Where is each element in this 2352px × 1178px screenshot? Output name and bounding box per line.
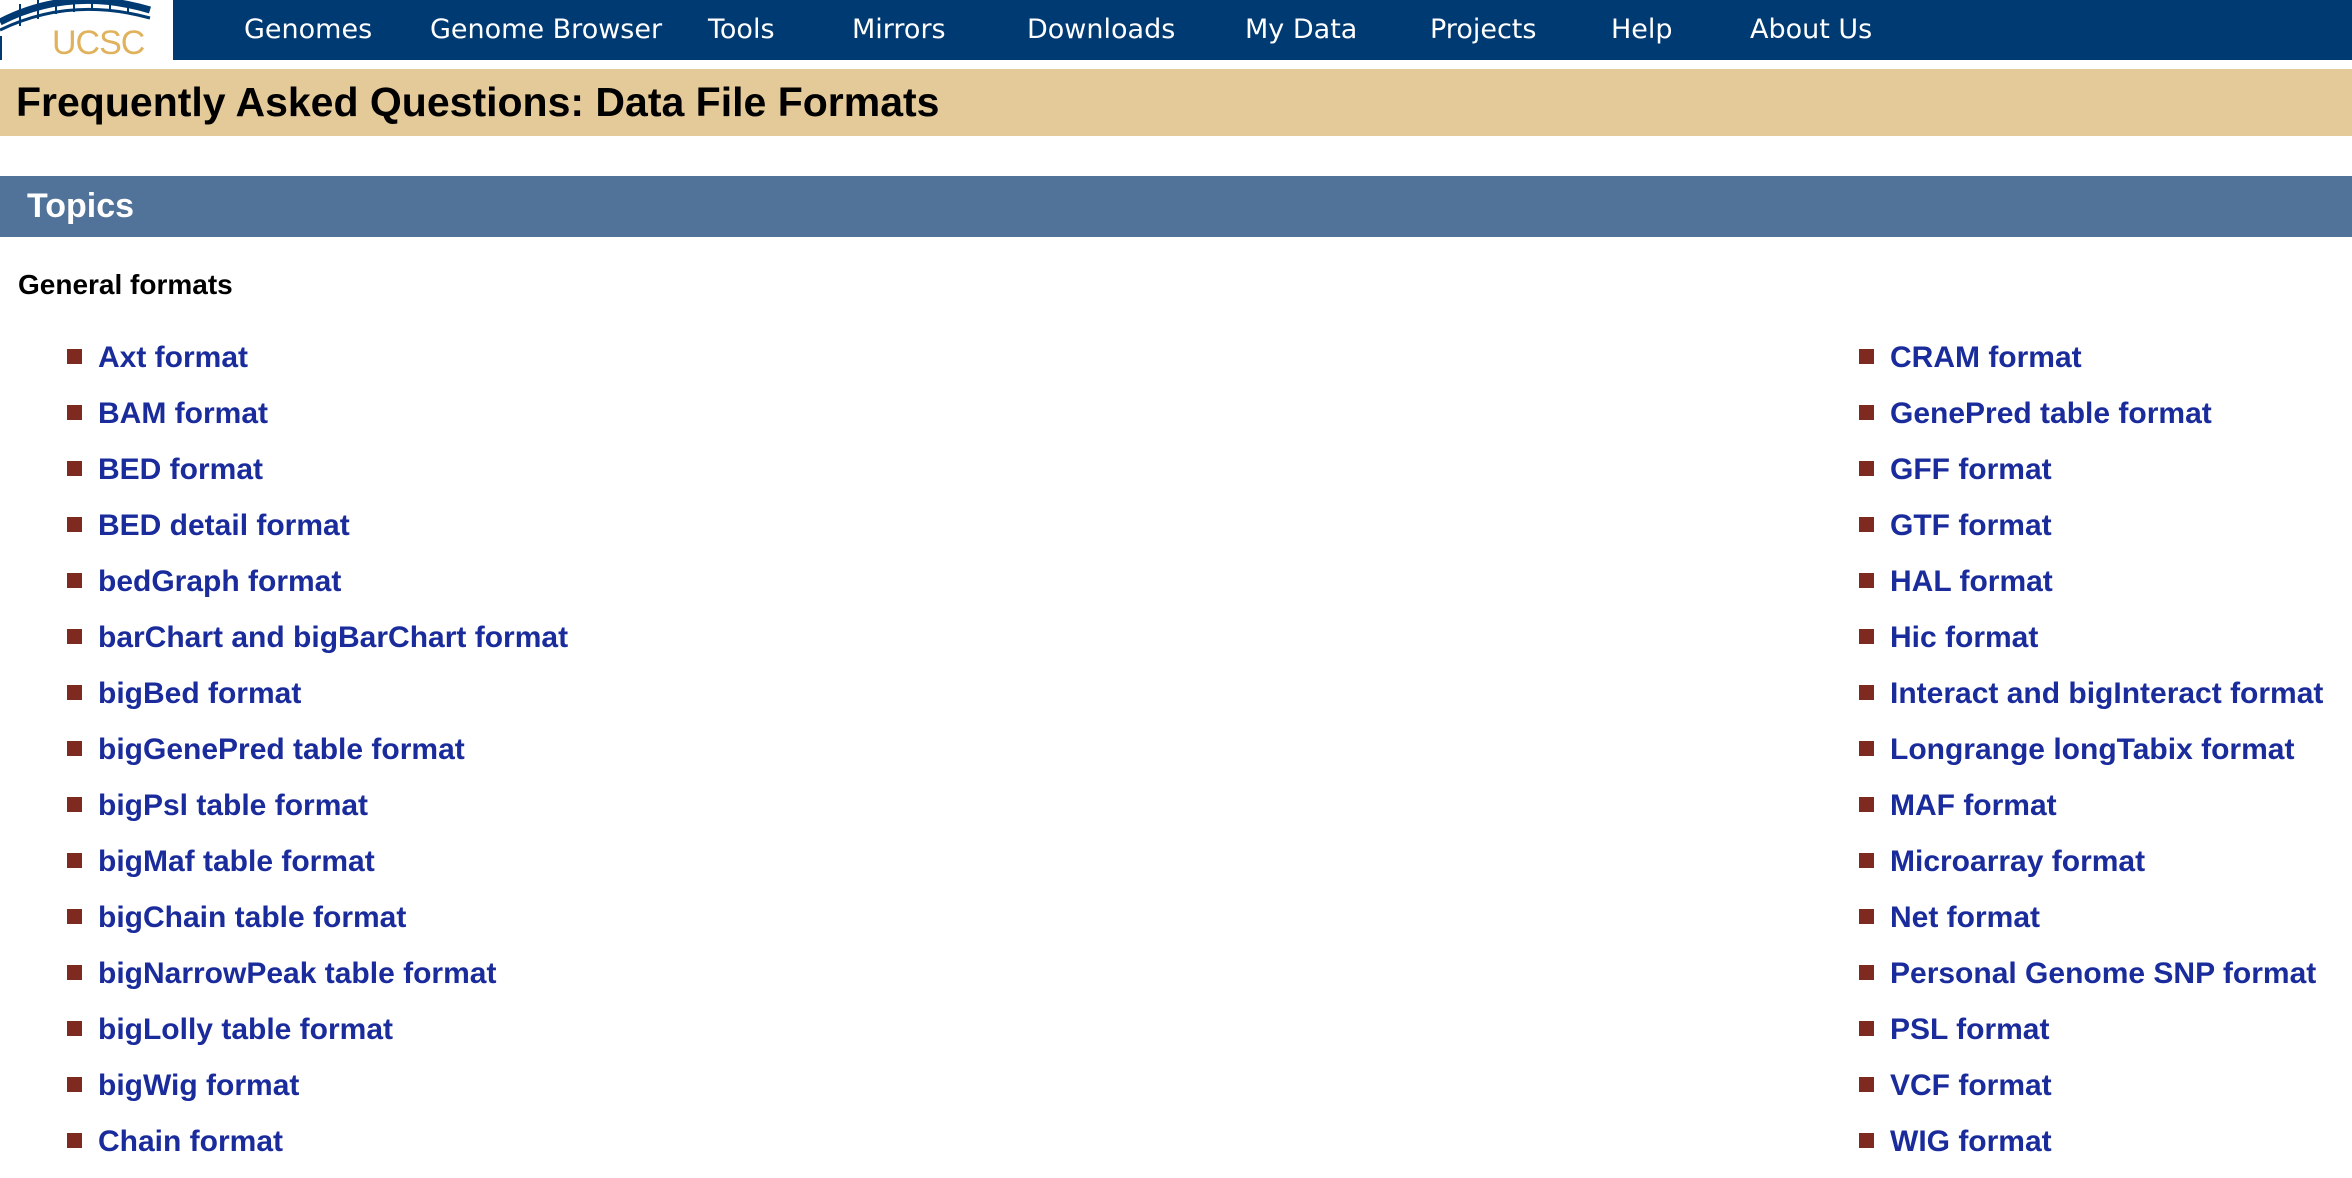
square-bullet-icon bbox=[67, 853, 82, 868]
format-link-axt-format[interactable]: Axt format bbox=[98, 338, 248, 378]
format-link-gff-format[interactable]: GFF format bbox=[1890, 450, 2052, 490]
nav-item-my-data[interactable]: My Data bbox=[1245, 0, 1357, 60]
format-link-bignarrowpeak-table-format[interactable]: bigNarrowPeak table format bbox=[98, 954, 496, 994]
format-link-microarray-format[interactable]: Microarray format bbox=[1890, 842, 2145, 882]
format-link-bam-format[interactable]: BAM format bbox=[98, 394, 268, 434]
square-bullet-icon bbox=[1859, 461, 1874, 476]
nav-item-projects[interactable]: Projects bbox=[1430, 0, 1536, 60]
ucsc-logo[interactable]: UCSC bbox=[0, 0, 173, 60]
format-link-longrange-longtabix-format[interactable]: Longrange longTabix format bbox=[1890, 730, 2294, 770]
square-bullet-icon bbox=[1859, 1021, 1874, 1036]
format-link-biggenepred-table-format[interactable]: bigGenePred table format bbox=[98, 730, 465, 770]
format-link-psl-format[interactable]: PSL format bbox=[1890, 1010, 2049, 1050]
format-link-bed-detail-format[interactable]: BED detail format bbox=[98, 506, 350, 546]
format-link-vcf-format[interactable]: VCF format bbox=[1890, 1066, 2052, 1106]
square-bullet-icon bbox=[1859, 517, 1874, 532]
topics-heading: Topics bbox=[27, 187, 135, 225]
square-bullet-icon bbox=[1859, 1077, 1874, 1092]
square-bullet-icon bbox=[67, 1077, 82, 1092]
nav-item-genomes[interactable]: Genomes bbox=[244, 0, 372, 60]
format-link-barchart-and-bigbarchart-format[interactable]: barChart and bigBarChart format bbox=[98, 618, 568, 658]
square-bullet-icon bbox=[67, 741, 82, 756]
format-link-bigchain-table-format[interactable]: bigChain table format bbox=[98, 898, 406, 938]
square-bullet-icon bbox=[1859, 965, 1874, 980]
format-link-maf-format[interactable]: MAF format bbox=[1890, 786, 2057, 826]
format-link-bed-format[interactable]: BED format bbox=[98, 450, 263, 490]
format-link-bedgraph-format[interactable]: bedGraph format bbox=[98, 562, 341, 602]
square-bullet-icon bbox=[67, 797, 82, 812]
nav-item-genome-browser[interactable]: Genome Browser bbox=[430, 0, 662, 60]
section-heading: General formats bbox=[18, 269, 233, 300]
format-link-net-format[interactable]: Net format bbox=[1890, 898, 2040, 938]
format-link-personal-genome-snp-format[interactable]: Personal Genome SNP format bbox=[1890, 954, 2316, 994]
square-bullet-icon bbox=[67, 629, 82, 644]
square-bullet-icon bbox=[67, 517, 82, 532]
format-link-hal-format[interactable]: HAL format bbox=[1890, 562, 2053, 602]
square-bullet-icon bbox=[1859, 797, 1874, 812]
square-bullet-icon bbox=[67, 405, 82, 420]
format-link-bigmaf-table-format[interactable]: bigMaf table format bbox=[98, 842, 375, 882]
square-bullet-icon bbox=[67, 1021, 82, 1036]
square-bullet-icon bbox=[1859, 853, 1874, 868]
title-banner: Frequently Asked Questions: Data File Fo… bbox=[0, 69, 2352, 136]
format-link-genepred-table-format[interactable]: GenePred table format bbox=[1890, 394, 2212, 434]
square-bullet-icon bbox=[67, 685, 82, 700]
square-bullet-icon bbox=[67, 573, 82, 588]
nav-item-about-us[interactable]: About Us bbox=[1750, 0, 1872, 60]
square-bullet-icon bbox=[1859, 405, 1874, 420]
format-link-gtf-format[interactable]: GTF format bbox=[1890, 506, 2052, 546]
square-bullet-icon bbox=[1859, 685, 1874, 700]
square-bullet-icon bbox=[1859, 1133, 1874, 1148]
nav-item-help[interactable]: Help bbox=[1611, 0, 1673, 60]
logo-text: UCSC bbox=[52, 24, 145, 60]
format-link-interact-and-biginteract-format[interactable]: Interact and bigInteract format bbox=[1890, 674, 2323, 714]
format-link-chain-format[interactable]: Chain format bbox=[98, 1122, 283, 1162]
nav-item-mirrors[interactable]: Mirrors bbox=[852, 0, 946, 60]
square-bullet-icon bbox=[1859, 573, 1874, 588]
square-bullet-icon bbox=[67, 909, 82, 924]
topics-banner: Topics bbox=[0, 176, 2352, 237]
format-link-cram-format[interactable]: CRAM format bbox=[1890, 338, 2082, 378]
nav-item-tools[interactable]: Tools bbox=[708, 0, 775, 60]
format-link-wig-format[interactable]: WIG format bbox=[1890, 1122, 2052, 1162]
square-bullet-icon bbox=[1859, 349, 1874, 364]
square-bullet-icon bbox=[1859, 629, 1874, 644]
format-link-hic-format[interactable]: Hic format bbox=[1890, 618, 2038, 658]
page-title: Frequently Asked Questions: Data File Fo… bbox=[16, 79, 940, 125]
square-bullet-icon bbox=[67, 1133, 82, 1148]
format-link-bigwig-format[interactable]: bigWig format bbox=[98, 1066, 299, 1106]
square-bullet-icon bbox=[67, 965, 82, 980]
top-navbar: UCSC Genomes Genome Browser Tools Mirror… bbox=[0, 0, 2352, 60]
square-bullet-icon bbox=[67, 461, 82, 476]
nav-item-downloads[interactable]: Downloads bbox=[1027, 0, 1175, 60]
format-link-bigbed-format[interactable]: bigBed format bbox=[98, 674, 301, 714]
square-bullet-icon bbox=[67, 349, 82, 364]
format-link-bigpsl-table-format[interactable]: bigPsl table format bbox=[98, 786, 368, 826]
square-bullet-icon bbox=[1859, 909, 1874, 924]
format-link-biglolly-table-format[interactable]: bigLolly table format bbox=[98, 1010, 393, 1050]
square-bullet-icon bbox=[1859, 741, 1874, 756]
ucsc-logo-graphic: UCSC bbox=[0, 0, 152, 60]
